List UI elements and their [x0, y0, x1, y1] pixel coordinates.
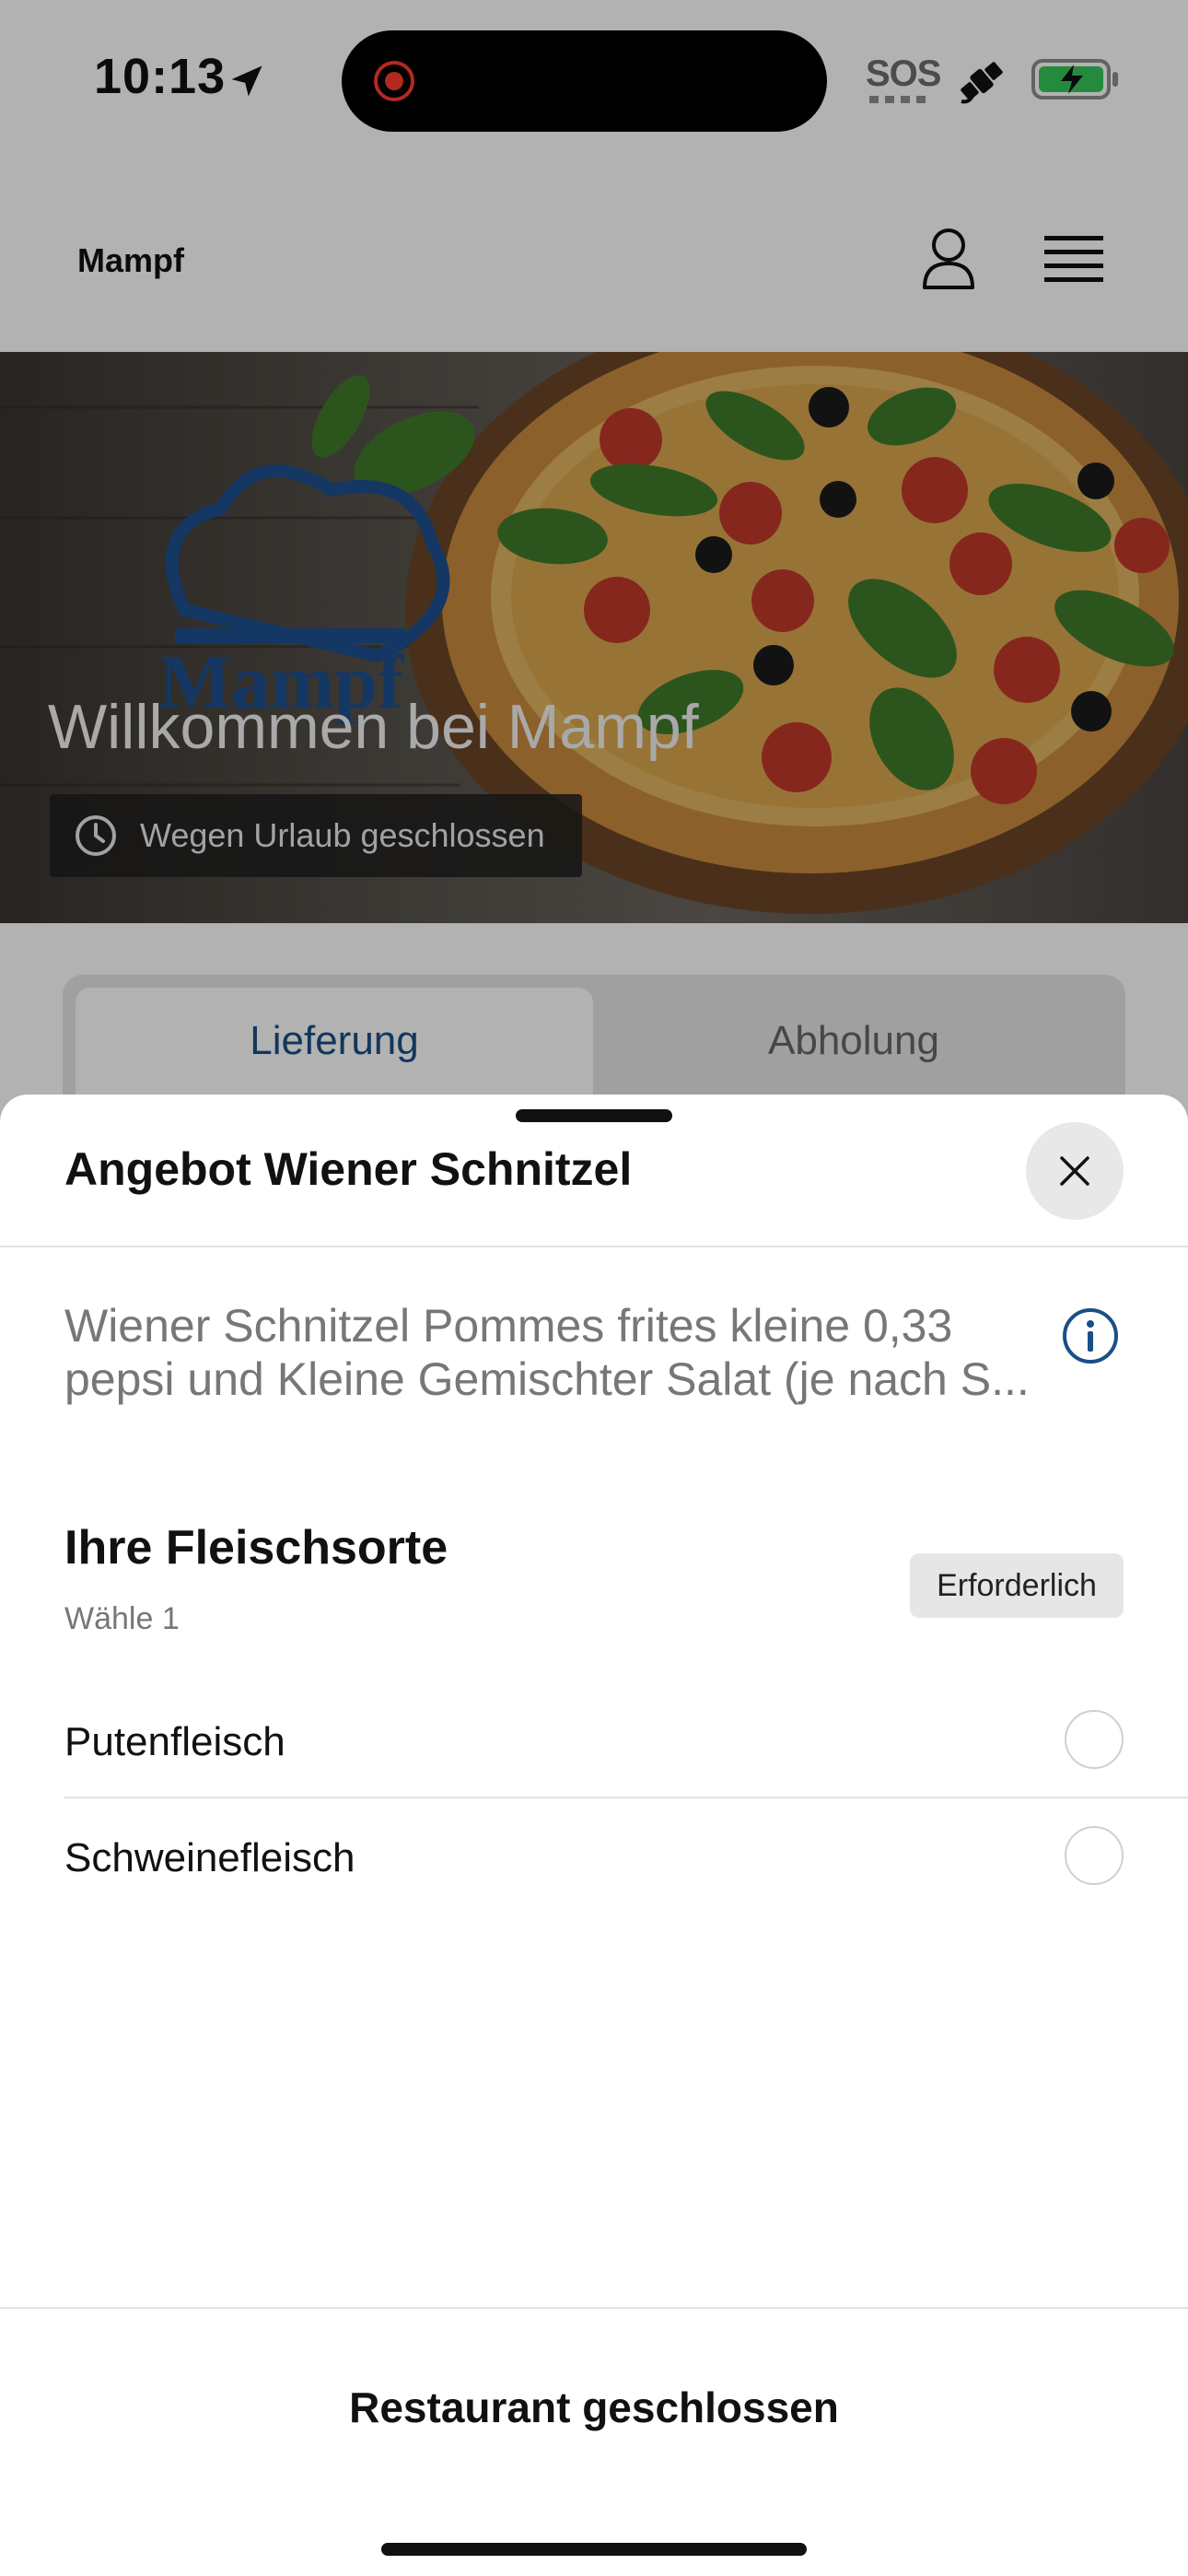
info-icon[interactable] — [1061, 1306, 1120, 1365]
close-icon — [1060, 1156, 1089, 1186]
option-group-subtitle: Wähle 1 — [64, 1601, 180, 1636]
option-group-title: Ihre Fleischsorte — [64, 1521, 448, 1575]
option-radio[interactable] — [1065, 1826, 1124, 1885]
option-label: Putenfleisch — [64, 1719, 285, 1764]
sheet-grabber[interactable] — [516, 1109, 672, 1122]
option-putenfleisch[interactable]: Putenfleisch — [64, 1684, 1124, 1798]
product-bottom-sheet: Angebot Wiener Schnitzel Wiener Schnitze… — [0, 1095, 1188, 2576]
sheet-title: Angebot Wiener Schnitzel — [64, 1143, 633, 1195]
option-schweinefleisch[interactable]: Schweinefleisch — [64, 1800, 1124, 1914]
restaurant-closed-button[interactable]: Restaurant geschlossen — [0, 2383, 1188, 2432]
home-indicator[interactable] — [381, 2543, 807, 2556]
product-description: Wiener Schnitzel Pommes frites kleine 0,… — [64, 1300, 1030, 1405]
footer-divider — [0, 2307, 1188, 2309]
sheet-header-divider — [0, 1246, 1188, 1247]
close-button[interactable] — [1026, 1122, 1124, 1220]
option-divider — [64, 1797, 1188, 1798]
option-radio[interactable] — [1065, 1710, 1124, 1769]
required-badge: Erforderlich — [910, 1553, 1124, 1618]
option-label: Schweinefleisch — [64, 1835, 355, 1880]
